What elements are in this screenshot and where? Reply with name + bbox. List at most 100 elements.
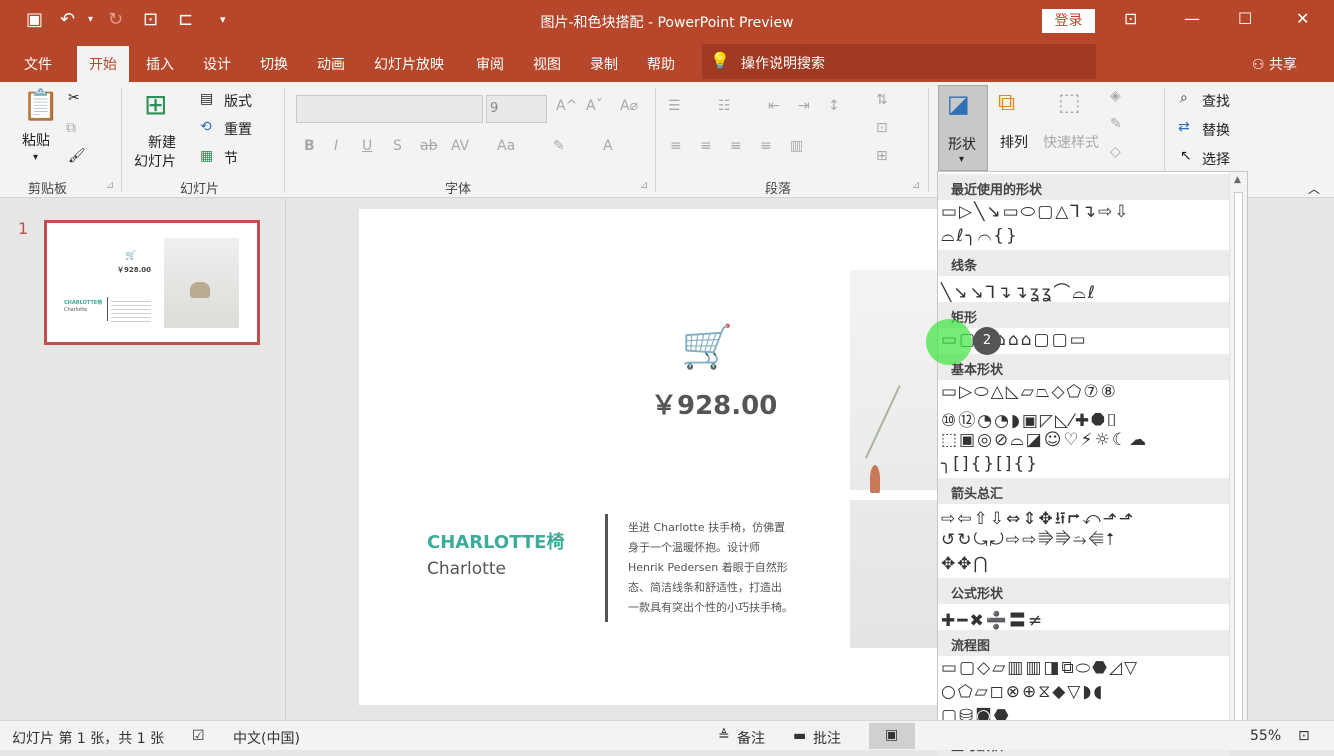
cut-icon[interactable]: ✂ [68,90,80,106]
tab-review[interactable]: 审阅 [476,54,504,74]
new-slide-icon[interactable]: ⊞ [144,88,167,121]
shape-row-flowchart[interactable]: ○⬠▱◻⊗⊕⧖◆▽◗◖ [941,682,1104,702]
arrange-icon[interactable]: ⧉ [998,88,1015,116]
select-icon[interactable]: ↖ [1180,148,1192,164]
comments-button[interactable]: 批注 [813,728,841,748]
shrink-font-icon[interactable]: Aˇ [586,98,603,114]
tab-transitions[interactable]: 切换 [260,54,288,74]
shapes-button[interactable]: ◪ 形状 ▾ [938,85,988,171]
shape-row-basic[interactable]: ⬚▣◎⊘⌓◪☺♡⚡☼☾☁ [941,430,1148,450]
font-size-select[interactable]: 9 [486,95,547,123]
shape-row-basic[interactable]: ▭▷⬭△◺▱⏢◇⬠⑦⑧ [941,382,1118,402]
section-icon[interactable]: ▦ [200,148,213,164]
clipboard-launcher-icon[interactable]: ⊿ [106,180,114,191]
font-launcher-icon[interactable]: ⊿ [640,180,648,191]
line-spacing-icon[interactable]: ↕ [828,98,840,114]
italic-icon[interactable]: I [334,138,338,154]
scroll-thumb[interactable] [1234,192,1243,742]
minimize-icon[interactable]: — [1184,9,1200,28]
notes-icon[interactable]: ≜ [718,728,730,744]
clear-format-icon[interactable]: A⌀ [620,98,638,114]
section-button[interactable]: 节 [224,148,238,168]
collapse-ribbon-icon[interactable]: ︿ [1308,180,1320,197]
char-spacing-icon[interactable]: AV [451,138,469,154]
tell-me-search[interactable]: 💡 操作说明搜索 [702,44,1096,79]
zoom-level[interactable]: 55% [1250,728,1281,744]
paragraph-launcher-icon[interactable]: ⊿ [912,180,920,191]
shape-row-flowchart[interactable]: ▭▢◇▱▥▥◨⧉⬭⬣◿▽ [941,658,1139,678]
tab-design[interactable]: 设计 [203,54,231,74]
shape-fill-icon[interactable]: ◈ [1110,88,1121,104]
align-left-icon[interactable]: ≡ [670,138,682,154]
shadow-icon[interactable]: S [393,138,402,154]
normal-view-button[interactable]: ▣ [869,723,915,749]
bullets-icon[interactable]: ☰ [668,98,681,114]
new-slide-label[interactable]: 新建 [148,132,176,152]
bold-icon[interactable]: B [304,138,315,154]
align-text-icon[interactable]: ⊡ [876,120,888,136]
new-slide-label-2[interactable]: 幻灯片 [134,151,176,171]
grow-font-icon[interactable]: A^ [556,98,577,114]
shape-outline-icon[interactable]: ✎ [1110,116,1122,132]
spellcheck-icon[interactable]: ☑ [192,728,205,744]
arrange-label[interactable]: 排列 [1000,132,1028,152]
comment-icon[interactable]: ▬ [793,728,806,744]
justify-icon[interactable]: ≡ [760,138,772,154]
shape-row-arrows[interactable]: ✥✥⋂ [941,554,989,574]
ribbon-display-icon[interactable]: ⊡ [1124,9,1137,28]
numbering-icon[interactable]: ☷ [718,98,731,114]
shape-row-arrows[interactable]: ↺↻⤿⤾⇨⇨⭆⭆⭇⭅⭡ [941,530,1116,550]
columns-icon[interactable]: ▥ [790,138,803,154]
smartart-icon[interactable]: ⊞ [876,148,888,164]
find-button[interactable]: 查找 [1202,91,1230,111]
reset-button[interactable]: 重置 [224,119,252,139]
format-painter-icon[interactable]: 🖌 [68,148,86,164]
increase-indent-icon[interactable]: ⇥ [798,98,810,114]
highlight-icon[interactable]: ✎ [553,138,565,154]
reset-icon[interactable]: ⟲ [200,119,212,135]
decrease-indent-icon[interactable]: ⇤ [768,98,780,114]
layout-button[interactable]: 版式 [224,91,252,111]
shape-row-recent[interactable]: ⌓ℓ╮⌒{} [941,226,1019,246]
share-button[interactable]: ⚇ 共享 [1252,54,1297,74]
shape-row-lines[interactable]: ╲↘↘⅂↴↴ʓʓ⌒⌓ℓ [941,278,1097,303]
notes-button[interactable]: 备注 [737,728,765,748]
scroll-up-icon[interactable]: ▲ [1234,175,1241,185]
font-color-icon[interactable]: A [603,138,613,154]
maximize-icon[interactable]: ☐ [1238,9,1252,28]
replace-icon[interactable]: ⇄ [1178,119,1190,135]
paste-dropdown-icon[interactable]: ▾ [33,152,38,163]
gallery-scrollbar[interactable]: ▲ [1229,172,1247,749]
tab-help[interactable]: 帮助 [647,54,675,74]
quick-styles-icon[interactable]: ⬚ [1058,88,1081,116]
copy-icon[interactable]: ⧉ [66,120,76,136]
change-case-icon[interactable]: Aa [497,138,515,154]
shape-effects-icon[interactable]: ◇ [1110,144,1121,160]
tab-file[interactable]: 文件 [24,54,52,74]
shape-row-basic[interactable]: ⑩⑫◔◔◗▣◸◺⁄✚⯃⌷ [941,406,1119,431]
slide-thumbnail[interactable]: 🛒 ￥928.00 CHARLOTTE椅 Charlotte [44,220,260,345]
fit-slide-icon[interactable]: ⊡ [1298,728,1310,744]
login-button[interactable]: 登录 [1042,9,1095,33]
language-status[interactable]: 中文(中国) [233,728,300,748]
tab-record[interactable]: 录制 [590,54,618,74]
tab-animations[interactable]: 动画 [317,54,345,74]
tab-slideshow[interactable]: 幻灯片放映 [374,54,444,74]
select-button[interactable]: 选择 [1202,149,1230,169]
tab-home[interactable]: 开始 [77,46,129,82]
layout-icon[interactable]: ▤ [200,91,213,107]
shape-row-recent[interactable]: ▭▷╲↘▭⬭▢△⅂↴⇨⇩ [941,202,1131,222]
quick-styles-label[interactable]: 快速样式 [1043,132,1099,152]
paste-label[interactable]: 粘贴 [22,130,50,150]
find-icon[interactable]: ⌕ [1180,90,1188,106]
replace-button[interactable]: 替换 [1202,120,1230,140]
font-family-select[interactable] [296,95,483,123]
text-direction-icon[interactable]: ⇅ [876,92,888,108]
align-right-icon[interactable]: ≡ [730,138,742,154]
close-icon[interactable]: ✕ [1296,9,1309,28]
tab-view[interactable]: 视图 [533,54,561,74]
align-center-icon[interactable]: ≡ [700,138,712,154]
tab-insert[interactable]: 插入 [146,54,174,74]
strikethrough-icon[interactable]: ab [420,138,437,154]
underline-icon[interactable]: U [362,138,372,154]
